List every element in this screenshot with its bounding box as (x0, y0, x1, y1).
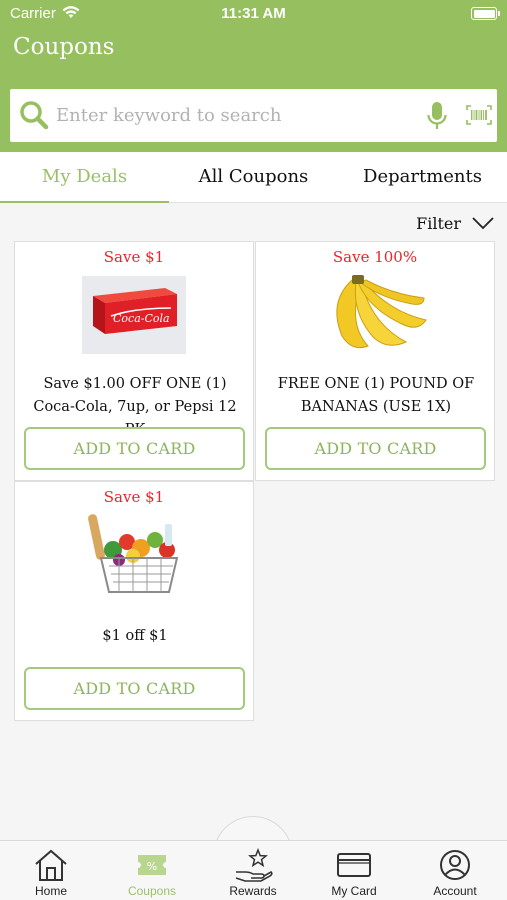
card-icon (337, 853, 371, 877)
add-to-card-button[interactable]: ADD TO CARD (24, 667, 245, 710)
battery-icon (471, 7, 500, 20)
coupon-description: FREE ONE (1) POUND OF BANANAS (USE 1X) (277, 376, 475, 415)
account-icon (440, 850, 470, 880)
coupon-image-bananas (256, 272, 494, 356)
microphone-icon[interactable] (426, 101, 448, 131)
coupon-save-label: Save $1 (103, 488, 165, 506)
tab-departments[interactable]: Departments (338, 152, 507, 203)
coupon-image-grocery-basket (15, 512, 253, 596)
tab-all-coupons[interactable]: All Coupons (169, 152, 338, 203)
nav-home-label: Home (34, 884, 67, 898)
app-header: Carrier 11:31 AM Coupons (0, 0, 507, 152)
coupon-description: $1 off $1 (102, 628, 168, 644)
nav-my-card-label: My Card (331, 884, 377, 898)
search-bar (10, 89, 497, 142)
filter-label: Filter (416, 214, 461, 233)
chevron-down-icon (472, 217, 494, 230)
add-to-card-button[interactable]: ADD TO CARD (24, 427, 245, 470)
nav-coupons[interactable]: % Coupons (112, 848, 192, 898)
coupon-card: Save $1 Coca-Cola Save $1.00 OFF ONE (1)… (14, 241, 254, 481)
nav-rewards-label: Rewards (229, 884, 277, 898)
active-tab-indicator (0, 201, 169, 203)
home-icon (35, 849, 67, 881)
coupon-image-coca-cola: Coca-Cola (15, 272, 253, 356)
nav-account-label: Account (433, 884, 477, 898)
tab-my-deals[interactable]: My Deals (0, 152, 169, 203)
tab-bar: My Deals All Coupons Departments (0, 152, 507, 203)
search-icon[interactable] (18, 99, 50, 131)
svg-text:Coca-Cola: Coca-Cola (113, 312, 170, 325)
rewards-icon (235, 848, 273, 882)
coupon-save-label: Save $1 (103, 248, 165, 266)
add-to-card-button[interactable]: ADD TO CARD (265, 427, 486, 470)
status-time: 11:31 AM (221, 5, 286, 22)
search-input[interactable] (56, 99, 406, 132)
status-bar: Carrier 11:31 AM (0, 0, 507, 30)
page-title: Coupons (13, 34, 115, 60)
coupon-card: Save 100% FREE ONE (1) POUND OF BANANAS … (255, 241, 495, 481)
nav-coupons-label: Coupons (127, 884, 177, 898)
nav-account[interactable]: Account (415, 848, 495, 898)
nav-home[interactable]: Home (11, 848, 91, 898)
barcode-scan-icon[interactable] (466, 105, 492, 125)
nav-my-card[interactable]: My Card (314, 848, 394, 898)
svg-text:%: % (147, 860, 157, 873)
coupon-icon: % (138, 855, 166, 875)
coupon-save-label: Save 100% (332, 248, 418, 266)
nav-rewards[interactable]: Rewards (213, 848, 293, 898)
filter-button[interactable]: Filter (385, 212, 495, 236)
coupon-card: Save $1 $1 off $1 ADD TO CARD (14, 481, 254, 721)
